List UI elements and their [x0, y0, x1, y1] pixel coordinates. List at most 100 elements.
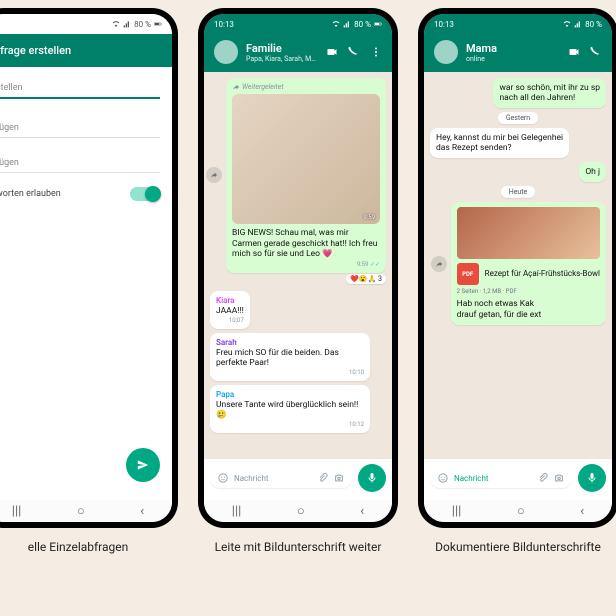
outgoing-document-message[interactable]: PDF Rezept für Açaí-Frühstücks-Bowl 2 Se… [451, 202, 606, 325]
video-call-icon[interactable] [568, 46, 580, 58]
emoji-icon[interactable] [218, 473, 228, 483]
message-time: 10:10 [216, 369, 364, 376]
image-attachment[interactable]: 9:59 [232, 94, 380, 224]
wifi-icon [112, 20, 120, 28]
attach-icon[interactable] [318, 473, 328, 483]
nav-back-icon[interactable]: ‹ [580, 504, 584, 519]
nav-recent-icon[interactable]: ||| [452, 504, 462, 519]
image-timestamp: 9:59 [363, 214, 375, 221]
emoji-icon[interactable] [438, 473, 448, 483]
android-navbar: ||| ○ ‹ [0, 500, 172, 522]
nav-back-icon[interactable]: ‹ [360, 504, 364, 519]
sender-name: Sarah [216, 338, 364, 347]
mic-button[interactable] [358, 464, 386, 492]
mic-icon [586, 472, 598, 484]
forward-arrow-icon [435, 260, 443, 268]
incoming-message[interactable]: Sarah Freu mich SO für die beiden. Das p… [210, 333, 370, 381]
caption-poll: elle Einzelabfragen [28, 540, 129, 556]
message-text: Unsere Tante wird überglücklich sein!! 🥲 [216, 400, 364, 420]
forwarded-icon [232, 83, 240, 91]
incoming-message[interactable]: Papa Unsere Tante wird überglücklich sei… [210, 385, 370, 433]
message-time: 9:59 [357, 261, 369, 268]
allow-multiple-label: worten erlauben [0, 189, 61, 199]
poll-question-input[interactable]: stellen [0, 77, 160, 99]
read-ticks-icon: ✓✓ [370, 261, 380, 268]
nav-recent-icon[interactable]: ||| [232, 504, 242, 519]
poll-header: nfrage erstellen [0, 34, 172, 67]
avatar[interactable] [214, 40, 238, 64]
caption-document: Dokumentiere Bildunterschrifte [435, 540, 601, 556]
forward-arrow-icon [210, 171, 218, 179]
camera-icon[interactable] [334, 473, 344, 483]
status-bar: 10:13 80 % [424, 14, 612, 34]
signal-icon [574, 20, 582, 28]
send-icon [136, 458, 150, 472]
nav-home-icon[interactable]: ○ [297, 503, 305, 519]
poll-option-input-2[interactable]: fügen [0, 152, 160, 173]
android-navbar: ||| ○ ‹ [424, 500, 612, 522]
reactions-bubble[interactable]: ❤️😮🙏 3 [346, 274, 386, 284]
status-bar: 10:13 80 % [204, 14, 392, 34]
document-caption: Hab noch etwas Kak drauf getan, für die … [457, 299, 600, 320]
poll-option-input-1[interactable]: fügen [0, 117, 160, 138]
battery-icon [154, 20, 162, 28]
caption-forward: Leite mit Bildunterschrift weiter [215, 540, 382, 556]
nav-back-icon[interactable]: ‹ [140, 504, 144, 519]
sender-name: Kiara [216, 296, 244, 305]
audio-call-icon[interactable] [348, 46, 360, 58]
message-time: 10:12 [216, 421, 364, 428]
phone-poll: 80 % nfrage erstellen stellen fügen füge… [0, 8, 178, 528]
incoming-message[interactable]: Hey, kannst du mir bei Gelegenhei das Re… [430, 128, 569, 158]
wifi-icon [332, 20, 340, 28]
forward-button[interactable] [206, 167, 222, 183]
nav-recent-icon[interactable]: ||| [12, 504, 22, 519]
outgoing-image-message[interactable]: Weitergeleitet 9:59 BIG NEWS! Schau mal,… [226, 78, 386, 273]
status-bar: 80 % [0, 14, 172, 34]
message-input[interactable]: Nachricht [210, 468, 352, 488]
battery-icon [374, 20, 382, 28]
phone-mama-chat: 10:13 80 % Mama online war [418, 8, 616, 528]
input-placeholder: Nachricht [454, 474, 532, 483]
battery-text: 80 % [354, 20, 371, 29]
signal-icon [343, 20, 351, 28]
status-time: 10:13 [214, 20, 234, 29]
more-icon[interactable] [370, 46, 382, 58]
send-poll-button[interactable] [126, 448, 160, 482]
battery-text: 80 % [134, 20, 151, 29]
mic-button[interactable] [578, 464, 606, 492]
attach-icon[interactable] [538, 473, 548, 483]
document-preview-image [457, 207, 600, 259]
incoming-message[interactable]: Kiara JAAA!!! 10:07 [210, 291, 250, 329]
document-title: Rezept für Açaí-Frühstücks-Bowl [485, 269, 600, 279]
camera-icon[interactable] [554, 473, 564, 483]
chat-name: Mama [466, 42, 560, 55]
avatar[interactable] [434, 40, 458, 64]
chat-appbar[interactable]: Mama online [424, 34, 612, 72]
pdf-icon: PDF [457, 263, 479, 285]
chat-appbar[interactable]: Familie Papa, Kiara, Sarah, Mama... [204, 34, 392, 72]
document-meta: 2 Seiten · 1,2 MB · PDF [457, 288, 600, 295]
battery-text: 80 % [585, 20, 602, 29]
outgoing-message[interactable]: Oh j [579, 162, 606, 182]
message-text: BIG NEWS! Schau mal, was mir Carmen gera… [232, 228, 380, 260]
nav-home-icon[interactable]: ○ [77, 503, 85, 519]
outgoing-message[interactable]: war so schön, mit ihr zu sp nach all den… [493, 78, 606, 108]
date-divider: Heute [501, 186, 536, 198]
status-time: 10:13 [434, 20, 454, 29]
message-time: 10:07 [216, 317, 244, 324]
chat-subtitle: online [466, 55, 560, 63]
input-placeholder: Nachricht [234, 474, 312, 483]
allow-multiple-toggle[interactable] [130, 187, 160, 201]
date-divider: Gestern [498, 112, 538, 124]
audio-call-icon[interactable] [590, 46, 602, 58]
sender-name: Papa [216, 390, 364, 399]
chat-name: Familie [246, 42, 318, 55]
wifi-icon [563, 20, 571, 28]
nav-home-icon[interactable]: ○ [517, 503, 525, 519]
video-call-icon[interactable] [326, 46, 338, 58]
forward-button[interactable] [431, 256, 447, 272]
chat-subtitle: Papa, Kiara, Sarah, Mama... [246, 55, 318, 63]
android-navbar: ||| ○ ‹ [204, 500, 392, 522]
message-input[interactable]: Nachricht [430, 468, 572, 488]
signal-icon [123, 20, 131, 28]
